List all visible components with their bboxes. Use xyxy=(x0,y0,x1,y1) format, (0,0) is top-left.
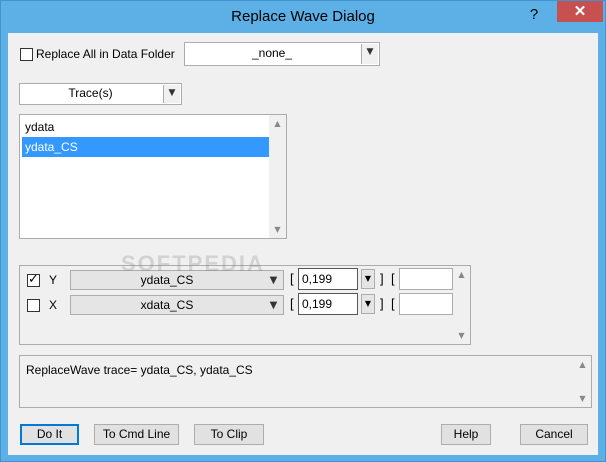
to-cmd-line-button[interactable]: To Cmd Line xyxy=(94,424,179,445)
panel-scrollbar[interactable]: ▲ ▼ xyxy=(453,266,470,344)
x-value-text: 0,199 xyxy=(302,297,333,311)
list-item-label: ydata xyxy=(25,120,55,134)
data-folder-value: _none_ xyxy=(251,46,293,60)
y-value-text: 0,199 xyxy=(302,272,333,286)
list-item[interactable]: ydata_CS xyxy=(22,137,270,157)
y-value-field[interactable]: 0,199 xyxy=(298,268,358,290)
y-value-dropdown[interactable]: ▼ xyxy=(361,269,375,289)
scroll-up-icon[interactable]: ▲ xyxy=(269,115,286,132)
y-close-bracket: ] xyxy=(380,271,384,286)
help-button[interactable]: Help xyxy=(441,424,491,445)
y-open-bracket: [ xyxy=(290,271,294,286)
list-item[interactable]: ydata xyxy=(22,117,270,137)
replace-all-label: Replace All in Data Folder xyxy=(36,47,175,61)
data-folder-select[interactable]: _none_ ▼ xyxy=(184,42,380,66)
x-extra-field[interactable] xyxy=(399,293,453,315)
replace-all-checkbox[interactable] xyxy=(20,48,33,61)
chevron-down-icon: ▼ xyxy=(361,44,378,64)
scroll-down-icon[interactable]: ▼ xyxy=(574,390,591,407)
command-scrollbar[interactable]: ▲ ▼ xyxy=(574,356,591,407)
scroll-up-icon[interactable]: ▲ xyxy=(574,356,591,373)
window-title: Replace Wave Dialog xyxy=(231,8,375,25)
vertical-scrollbar[interactable]: ▲ ▼ xyxy=(269,115,286,238)
scroll-down-icon[interactable]: ▼ xyxy=(269,221,286,238)
y-open-bracket-2: [ xyxy=(391,271,395,286)
x-open-bracket-2: [ xyxy=(391,296,395,311)
axes-panel: Y ydata_CS ▼ [ 0,199 ▼ ] [ X xdata_CS ▼ … xyxy=(19,265,471,345)
list-item-label: ydata_CS xyxy=(25,140,78,154)
command-preview: ReplaceWave trace= ydata_CS, ydata_CS ▲ … xyxy=(19,355,592,408)
chevron-down-icon: ▼ xyxy=(269,300,278,311)
scroll-up-icon[interactable]: ▲ xyxy=(453,266,470,283)
trace-listbox[interactable]: ydata ydata_CS ▲ ▼ xyxy=(19,114,287,239)
do-it-button[interactable]: Do It xyxy=(20,424,79,445)
scroll-down-icon[interactable]: ▼ xyxy=(453,327,470,344)
mode-select-value: Trace(s) xyxy=(68,86,113,100)
cancel-button[interactable]: Cancel xyxy=(520,424,588,445)
y-extra-field[interactable] xyxy=(399,268,453,290)
x-open-bracket: [ xyxy=(290,296,294,311)
to-clip-button[interactable]: To Clip xyxy=(194,424,264,445)
x-value-dropdown[interactable]: ▼ xyxy=(361,294,375,314)
y-wave-value: ydata_CS xyxy=(140,273,194,287)
x-wave-value: xdata_CS xyxy=(140,298,194,312)
title-bar[interactable]: Replace Wave Dialog ? ✕ xyxy=(1,1,605,33)
x-axis-checkbox[interactable] xyxy=(27,299,40,312)
y-axis-checkbox[interactable] xyxy=(27,272,40,287)
chevron-down-icon: ▼ xyxy=(269,275,278,286)
command-text: ReplaceWave trace= ydata_CS, ydata_CS xyxy=(26,363,253,377)
dialog-body: Replace All in Data Folder _none_ ▼ Trac… xyxy=(8,33,598,455)
close-button[interactable]: ✕ xyxy=(557,1,603,22)
y-axis-label: Y xyxy=(49,273,58,287)
help-title-button[interactable]: ? xyxy=(523,5,545,25)
x-wave-select[interactable]: xdata_CS ▼ xyxy=(70,295,284,315)
y-wave-select[interactable]: ydata_CS ▼ xyxy=(70,270,284,290)
mode-select[interactable]: Trace(s) ▼ xyxy=(19,83,182,105)
x-value-field[interactable]: 0,199 xyxy=(298,293,358,315)
x-axis-label: X xyxy=(49,298,58,312)
x-close-bracket: ] xyxy=(380,296,384,311)
dialog-window: Replace Wave Dialog ? ✕ Replace All in D… xyxy=(0,0,606,462)
chevron-down-icon: ▼ xyxy=(163,85,180,103)
